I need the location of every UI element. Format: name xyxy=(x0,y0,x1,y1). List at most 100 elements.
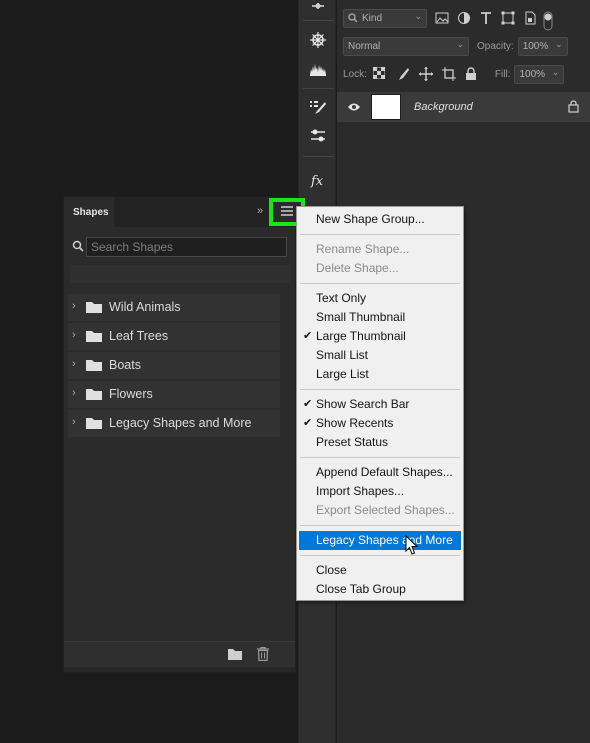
tool-separator xyxy=(303,88,333,89)
chevron-down-icon: ⌄ xyxy=(414,10,422,21)
menu-item-large-list[interactable]: Large List xyxy=(299,365,461,384)
chevron-down-icon: ⌄ xyxy=(551,66,560,77)
adjustment-filter-icon[interactable] xyxy=(457,11,471,25)
folder-icon xyxy=(86,417,102,432)
trash-icon[interactable] xyxy=(257,646,269,664)
chevron-down-icon: ⌄ xyxy=(555,38,563,49)
search-icon xyxy=(348,13,358,23)
menu-item-large-thumbnail[interactable]: ✔ Large Thumbnail xyxy=(299,327,461,346)
lock-transparent-icon[interactable] xyxy=(372,66,387,81)
panel-resize-grip[interactable] xyxy=(64,667,295,672)
filter-toggle-icon[interactable] xyxy=(543,11,557,31)
menu-item-new-shape-group[interactable]: New Shape Group... xyxy=(299,210,461,229)
adjust-icon[interactable] xyxy=(304,0,332,18)
filter-kind-value: Kind xyxy=(362,12,383,24)
brush-settings-icon[interactable] xyxy=(304,96,332,120)
image-filter-icon[interactable] xyxy=(435,11,449,25)
lock-pixels-icon[interactable] xyxy=(396,67,410,81)
menu-item-delete-shape: Delete Shape... xyxy=(316,261,399,275)
shape-group-row[interactable]: › Boats xyxy=(68,352,280,379)
histogram-icon[interactable] xyxy=(304,56,332,80)
menu-separator xyxy=(300,555,460,556)
opacity-label: Opacity: xyxy=(477,40,514,52)
menu-item-close-tab-group[interactable]: Close Tab Group xyxy=(299,580,461,599)
lock-fill-row: Lock: Fill: 100% ⌄ xyxy=(337,60,590,88)
shape-group-label: Wild Animals xyxy=(109,300,181,314)
menu-item-close[interactable]: Close xyxy=(299,561,461,580)
menu-item-append-default-shapes[interactable]: Append Default Shapes... xyxy=(299,463,461,482)
svg-text:fx: fx xyxy=(310,174,324,189)
shapes-panel-footer xyxy=(64,641,295,667)
checkmark-icon: ✔ xyxy=(303,417,313,429)
shape-group-row[interactable]: › Leaf Trees xyxy=(68,323,280,350)
shape-group-label: Legacy Shapes and More xyxy=(109,416,252,430)
search-icon xyxy=(72,240,84,255)
shape-group-row[interactable]: › Wild Animals xyxy=(68,294,280,321)
shapes-panel-header: Shapes » xyxy=(64,197,305,227)
lock-position-icon[interactable] xyxy=(418,67,433,81)
shape-group-label: Flowers xyxy=(109,387,153,401)
menu-item-rename-shape: Rename Shape... xyxy=(316,242,410,256)
layers-filter-row: Kind ⌄ xyxy=(337,4,590,32)
menu-separator xyxy=(300,283,460,284)
shape-group-label: Leaf Trees xyxy=(109,329,169,343)
shapes-panel-flyout-menu: New Shape Group... Rename Shape... Delet… xyxy=(296,206,464,601)
menu-item-show-search-bar[interactable]: ✔ Show Search Bar xyxy=(299,395,461,414)
fill-value: 100% xyxy=(519,68,546,80)
smart-object-filter-icon[interactable] xyxy=(523,11,537,25)
tool-separator xyxy=(303,20,333,21)
menu-item-show-recents[interactable]: ✔ Show Recents xyxy=(299,414,461,433)
blend-mode-dropdown[interactable]: Normal ⌄ xyxy=(343,36,469,56)
layer-thumbnail[interactable] xyxy=(371,94,401,120)
menu-item-small-list[interactable]: Small List xyxy=(299,346,461,365)
hamburger-icon xyxy=(281,205,293,219)
compass-icon[interactable] xyxy=(304,28,332,52)
chevron-right-icon[interactable]: › xyxy=(72,387,76,399)
shape-group-row[interactable]: › Legacy Shapes and More xyxy=(68,410,280,437)
checkmark-icon: ✔ xyxy=(303,398,313,410)
opacity-field[interactable]: 100% ⌄ xyxy=(517,36,568,56)
blend-mode-value: Normal xyxy=(348,40,381,52)
menu-item-legacy-shapes-and-more[interactable]: Legacy Shapes and More xyxy=(299,531,461,550)
properties-icon[interactable] xyxy=(304,124,332,148)
menu-item-text-only[interactable]: Text Only xyxy=(299,289,461,308)
folder-icon xyxy=(86,359,102,374)
layer-row-background[interactable]: Background xyxy=(337,92,590,122)
lock-all-icon[interactable] xyxy=(465,67,479,81)
new-folder-icon[interactable] xyxy=(228,648,242,663)
chevron-right-icon[interactable]: › xyxy=(72,329,76,341)
checkmark-icon: ✔ xyxy=(303,330,313,342)
menu-separator xyxy=(300,457,460,458)
menu-separator xyxy=(300,525,460,526)
chevron-right-icon[interactable]: › xyxy=(72,416,76,428)
folder-icon xyxy=(86,330,102,345)
chevron-right-icon[interactable]: › xyxy=(72,358,76,370)
search-shapes-input[interactable]: Search Shapes xyxy=(86,237,287,257)
fill-label: Fill: xyxy=(494,68,511,80)
folder-icon xyxy=(86,388,102,403)
mouse-pointer-icon xyxy=(405,534,419,559)
blend-opacity-row: Normal ⌄ Opacity: 100% ⌄ xyxy=(337,32,590,60)
chevron-right-icon[interactable]: › xyxy=(72,300,76,312)
shape-group-row[interactable]: › Flowers xyxy=(68,381,280,408)
shape-filter-icon[interactable] xyxy=(501,11,515,25)
menu-item-import-shapes[interactable]: Import Shapes... xyxy=(299,482,461,501)
fx-icon[interactable]: fx xyxy=(304,168,332,192)
lock-artboard-icon[interactable] xyxy=(441,67,456,81)
fill-field[interactable]: 100% ⌄ xyxy=(514,64,565,84)
tool-separator xyxy=(303,156,333,157)
lock-label: Lock: xyxy=(343,68,367,80)
filter-kind-dropdown[interactable]: Kind ⌄ xyxy=(343,8,427,28)
type-filter-icon[interactable] xyxy=(479,11,493,25)
recents-bar xyxy=(70,265,290,283)
collapse-panel-icon[interactable]: » xyxy=(257,205,263,217)
layer-name[interactable]: Background xyxy=(414,101,473,113)
opacity-value: 100% xyxy=(522,40,549,52)
menu-separator xyxy=(300,234,460,235)
menu-item-preset-status[interactable]: Preset Status xyxy=(299,433,461,452)
chevron-down-icon: ⌄ xyxy=(456,38,464,49)
menu-item-small-thumbnail[interactable]: Small Thumbnail xyxy=(299,308,461,327)
tab-shapes[interactable]: Shapes xyxy=(64,197,114,227)
visibility-eye-icon[interactable] xyxy=(347,101,361,115)
folder-icon xyxy=(86,301,102,316)
